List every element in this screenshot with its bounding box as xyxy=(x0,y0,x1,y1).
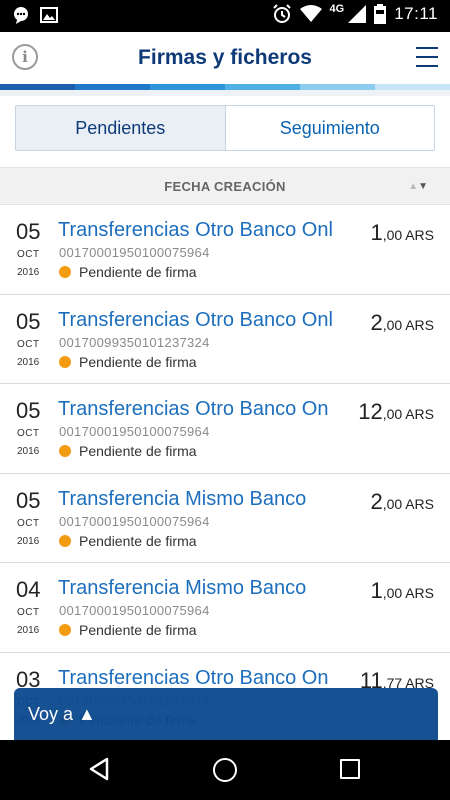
page-title: Firmas y ficheros xyxy=(138,46,312,69)
segmented-tabs: Pendientes Seguimiento xyxy=(15,105,435,151)
transaction-title: Transferencias Otro Banco Onl xyxy=(58,308,333,331)
date-year: 2016 xyxy=(17,267,40,278)
transaction-row[interactable]: 05 OCT 2016 Transferencia Mismo Banco 001700… xyxy=(0,473,450,563)
account-number: 00170001950100075964 xyxy=(59,245,210,260)
status-bar: 4G 17:11 xyxy=(0,0,450,32)
status-label: Pendiente de firma xyxy=(79,622,197,638)
amount-decimals: ,00 xyxy=(382,227,403,243)
amount-decimals: ,00 xyxy=(382,585,403,601)
amount: 2,00 ARS xyxy=(370,310,434,336)
system-nav-bar xyxy=(0,740,450,800)
amount-integer: 12 xyxy=(358,399,383,424)
hamburger-menu-icon[interactable] xyxy=(416,47,438,67)
amount-integer: 1 xyxy=(370,220,383,245)
amount-decimals: ,00 xyxy=(382,316,403,333)
transaction-title: Transferencia Mismo Banco xyxy=(58,577,307,599)
amount: 12,00 ARS xyxy=(358,399,434,425)
date-year: 2016 xyxy=(17,356,40,368)
transaction-title: Transferencias Otro Banco Onl xyxy=(58,219,333,241)
pending-status-dot-icon xyxy=(59,266,71,278)
amount: 2,00 ARS xyxy=(370,489,434,515)
sort-arrows-icon[interactable]: ▲▼ xyxy=(408,181,428,192)
transaction-title: Transferencias Otro Banco On xyxy=(58,666,329,689)
date-month: OCT xyxy=(17,249,40,260)
date-year: 2016 xyxy=(17,535,40,547)
date-day: 05 xyxy=(16,308,41,334)
cell-signal-icon xyxy=(348,5,367,23)
amount-decimals: ,00 xyxy=(382,406,403,422)
voy-a-button[interactable]: Voy a ▲ xyxy=(14,688,438,740)
date-day: 05 xyxy=(16,219,41,244)
pending-status-dot-icon xyxy=(59,534,71,547)
sort-bar[interactable]: FECHA CREACIÓN ▲▼ xyxy=(0,167,450,205)
date-month: OCT xyxy=(17,428,40,439)
status-label: Pendiente de firma xyxy=(79,264,197,280)
transaction-title: Transferencias Otro Banco On xyxy=(58,398,329,420)
date-day: 05 xyxy=(16,398,41,423)
tab-seguimiento[interactable]: Seguimiento xyxy=(225,106,434,150)
pending-status-dot-icon xyxy=(59,355,71,368)
pending-status-dot-icon xyxy=(59,445,71,457)
currency: ARS xyxy=(405,227,434,243)
amount: 1,00 ARS xyxy=(370,220,434,246)
status-label: Pendiente de firma xyxy=(79,353,197,370)
amount-integer: 2 xyxy=(370,488,383,514)
home-icon[interactable] xyxy=(213,758,237,782)
transaction-row[interactable]: 04 OCT 2016 Transferencia Mismo Banco 001700… xyxy=(0,563,450,653)
header-shadow xyxy=(0,90,450,96)
transaction-row[interactable]: 05 OCT 2016 Transferencias Otro Banco Onl 00… xyxy=(0,294,450,384)
tab-pendientes[interactable]: Pendientes xyxy=(16,106,226,150)
status-label: Pendiente de firma xyxy=(79,443,197,459)
currency: ARS xyxy=(405,495,434,512)
clock: 17:11 xyxy=(394,4,438,23)
back-icon[interactable] xyxy=(88,757,110,781)
currency: ARS xyxy=(405,316,434,333)
wifi-icon xyxy=(299,5,322,22)
status: Pendiente de firma xyxy=(59,533,197,549)
status: Pendiente de firma xyxy=(59,443,197,459)
transaction-row[interactable]: 05 OCT 2016 Transferencias Otro Banco Onl 00… xyxy=(0,205,450,295)
account-number: 00170099350101237324 xyxy=(59,334,210,350)
amount-integer: 2 xyxy=(370,309,383,335)
date-month: OCT xyxy=(17,517,40,529)
status-label: Pendiente de firma xyxy=(79,532,197,549)
chat-bubble-icon xyxy=(14,7,28,24)
date-month: OCT xyxy=(17,338,40,350)
amount-decimals: ,00 xyxy=(382,495,403,512)
account-number: 00170001950100075964 xyxy=(59,603,210,618)
date-day: 05 xyxy=(16,487,41,513)
sort-label: FECHA CREACIÓN xyxy=(164,179,286,194)
date-day: 04 xyxy=(16,577,41,602)
recent-apps-icon[interactable] xyxy=(340,759,360,779)
battery-icon xyxy=(374,4,387,24)
currency: ARS xyxy=(405,585,434,601)
image-icon xyxy=(40,7,58,23)
date-year: 2016 xyxy=(17,625,40,636)
amount: 1,00 ARS xyxy=(370,578,434,604)
transaction-list: 05 OCT 2016 Transferencias Otro Banco Onl 00… xyxy=(0,205,450,742)
status: Pendiente de firma xyxy=(59,354,197,370)
amount-integer: 1 xyxy=(370,578,383,603)
pending-status-dot-icon xyxy=(59,624,71,636)
status: Pendiente de firma xyxy=(59,264,197,280)
transaction-row[interactable]: 05 OCT 2016 Transferencias Otro Banco On 001… xyxy=(0,384,450,474)
app-header: i Firmas y ficheros xyxy=(0,32,450,84)
alarm-icon xyxy=(272,4,291,23)
status: Pendiente de firma xyxy=(59,622,197,638)
account-number: 00170001950100075964 xyxy=(59,424,210,439)
transaction-title: Transferencia Mismo Banco xyxy=(58,487,307,510)
network-type: 4G xyxy=(329,3,345,15)
date-month: OCT xyxy=(17,607,40,618)
currency: ARS xyxy=(405,406,434,422)
account-number: 00170001950100075964 xyxy=(59,513,210,529)
date-year: 2016 xyxy=(17,446,40,457)
